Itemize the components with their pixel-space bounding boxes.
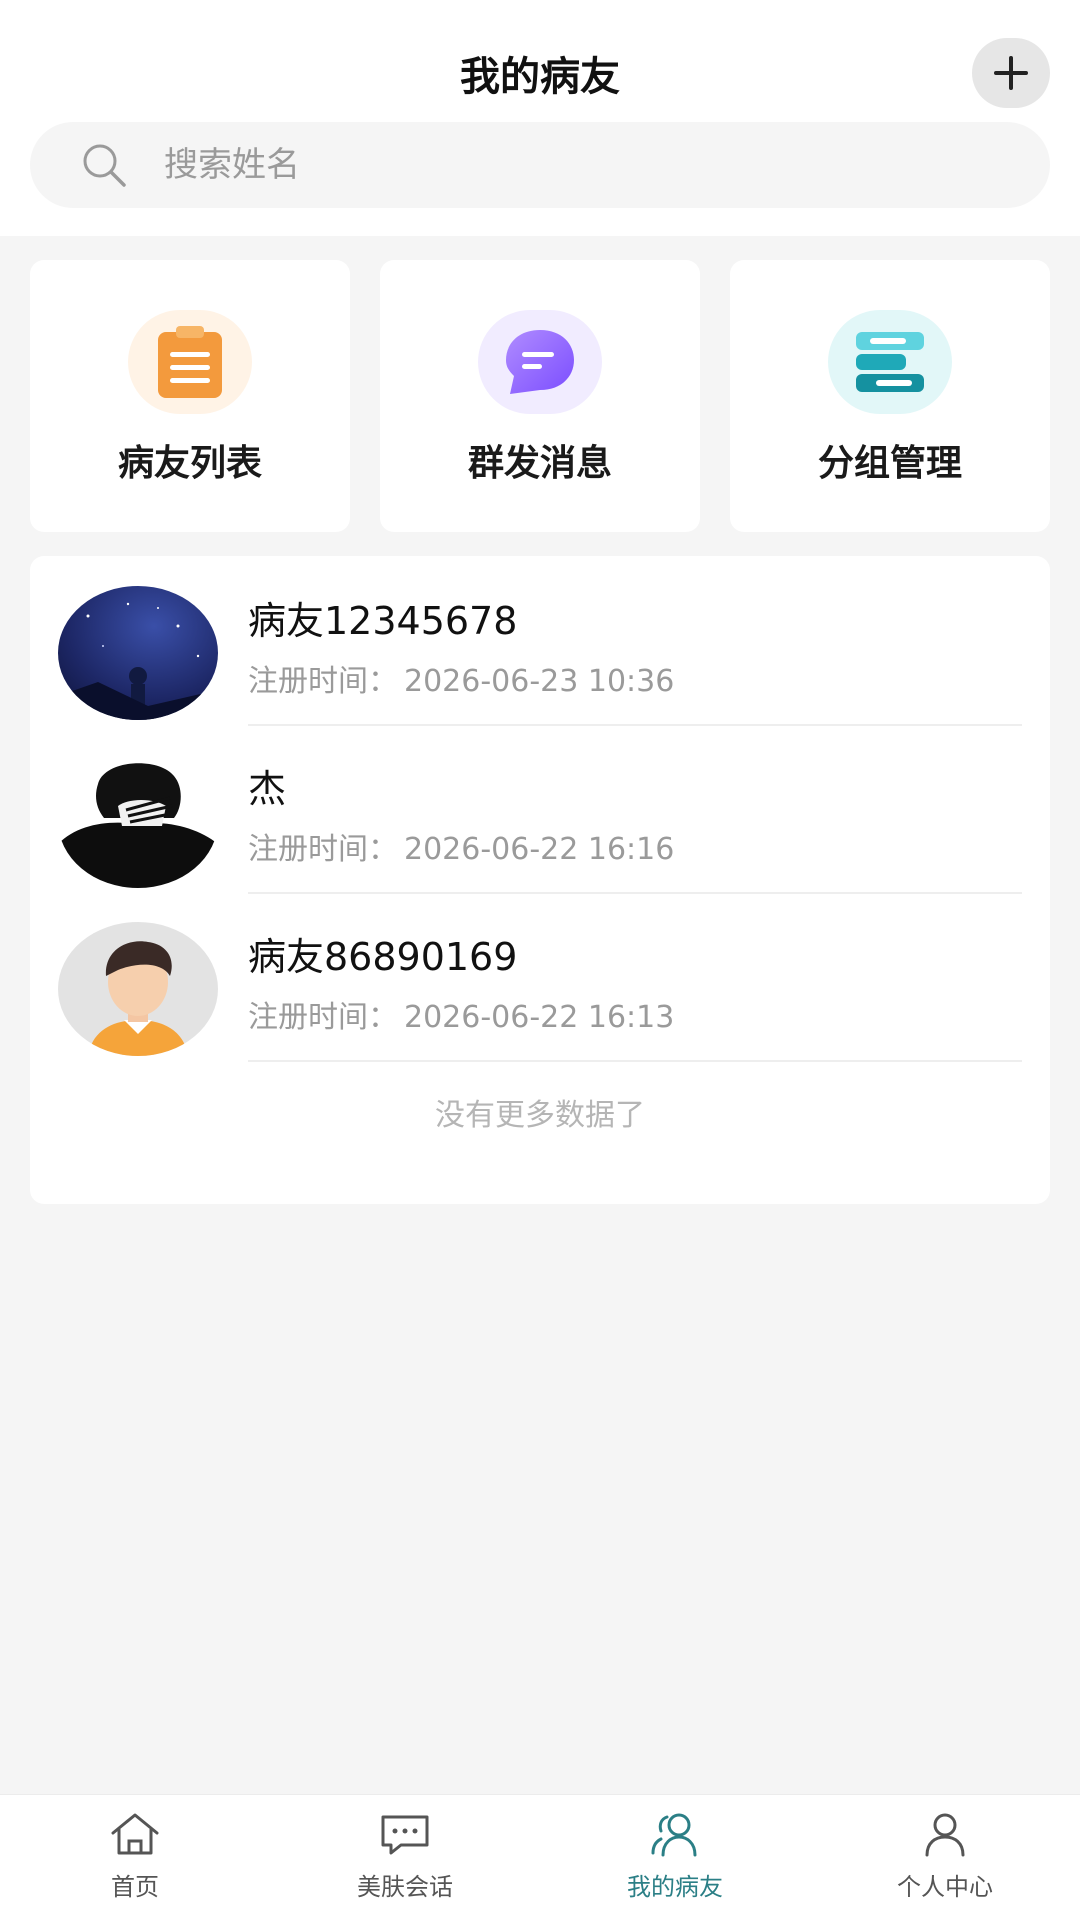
register-time: 注册时间： 2026-06-23 10:36	[248, 656, 674, 700]
clipboard-list-icon	[128, 310, 252, 414]
register-time-value: 2026-06-22 16:13	[404, 1000, 675, 1035]
add-button[interactable]	[972, 38, 1050, 108]
avatar	[58, 754, 218, 888]
tab-home[interactable]: 首页	[0, 1795, 270, 1920]
avatar	[58, 922, 218, 1056]
search-bar[interactable]	[30, 122, 1050, 208]
search-input[interactable]	[164, 145, 964, 185]
list-item[interactable]: 病友86890169 注册时间： 2026-06-22 16:13	[30, 892, 1050, 1062]
register-time-value: 2026-06-22 16:16	[404, 832, 675, 867]
plus-icon	[994, 56, 1028, 90]
register-time-value: 2026-06-23 10:36	[404, 664, 675, 699]
bottom-tab-bar: 首页 美肤会话 我的病友 个人中心	[0, 1794, 1080, 1920]
tab-label: 首页	[111, 1873, 159, 1901]
list-item[interactable]: 病友12345678 注册时间： 2026-06-23 10:36	[30, 556, 1050, 726]
avatar	[58, 586, 218, 720]
patient-list-card[interactable]: 病友列表	[30, 260, 350, 532]
patient-list: 病友12345678 注册时间： 2026-06-23 10:36 杰 注册时间：…	[30, 556, 1050, 1204]
chat-icon	[381, 1815, 429, 1855]
action-cards: 病友列表 群发消息 分组管理	[30, 260, 1050, 532]
group-manage-card[interactable]: 分组管理	[730, 260, 1050, 532]
patient-name: 病友12345678	[248, 599, 518, 643]
broadcast-message-label: 群发消息	[467, 443, 612, 484]
header: 我的病友	[0, 0, 1080, 236]
no-more-data-text: 没有更多数据了	[435, 1098, 645, 1133]
patient-list-label: 病友列表	[117, 443, 262, 484]
tab-label: 美肤会话	[357, 1873, 453, 1901]
tab-profile[interactable]: 个人中心	[810, 1795, 1080, 1920]
group-manage-icon	[828, 310, 952, 414]
broadcast-message-card[interactable]: 群发消息	[380, 260, 700, 532]
register-time-label: 注册时间：	[248, 1000, 398, 1035]
patient-name: 病友86890169	[248, 935, 518, 979]
patient-name: 杰	[248, 767, 287, 811]
register-time: 注册时间： 2026-06-22 16:16	[248, 824, 674, 868]
chat-bubble-icon	[478, 310, 602, 414]
tab-my-patients[interactable]: 我的病友	[540, 1795, 810, 1920]
tab-skin-chat[interactable]: 美肤会话	[270, 1795, 540, 1920]
group-manage-label: 分组管理	[817, 443, 962, 484]
page-title: 我的病友	[460, 54, 620, 100]
register-time-label: 注册时间：	[248, 664, 398, 699]
patients-icon	[651, 1813, 697, 1857]
tab-label: 个人中心	[897, 1873, 993, 1901]
person-icon	[925, 1813, 965, 1857]
home-icon	[111, 1813, 159, 1855]
divider	[248, 1060, 1022, 1062]
search-icon	[83, 144, 126, 187]
register-time: 注册时间： 2026-06-22 16:13	[248, 992, 674, 1036]
list-item[interactable]: 杰 注册时间： 2026-06-22 16:16	[30, 724, 1050, 894]
register-time-label: 注册时间：	[248, 832, 398, 867]
tab-label: 我的病友	[627, 1873, 723, 1901]
